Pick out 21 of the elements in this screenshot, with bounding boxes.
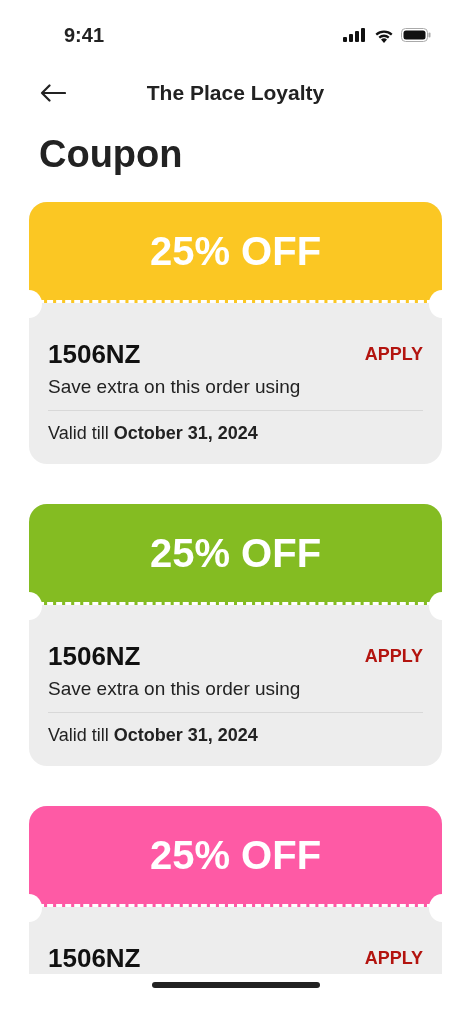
validity-text: Valid till October 31, 2024 bbox=[48, 725, 259, 746]
coupon-code: 1506NZ bbox=[48, 641, 141, 672]
back-button[interactable] bbox=[40, 84, 66, 102]
discount-label: 25% OFF bbox=[149, 228, 322, 274]
apply-button[interactable]: APPLY bbox=[364, 948, 423, 969]
apply-button[interactable]: APPLY bbox=[364, 344, 423, 365]
coupon-description: Save extra on this order using bbox=[48, 376, 423, 411]
status-time: 9:41 bbox=[64, 23, 105, 47]
discount-label: 25% OFF bbox=[149, 832, 322, 878]
validity-text: Valid till October 31, 2024 bbox=[48, 423, 259, 444]
page-title: Coupon bbox=[39, 132, 184, 177]
coupon-code: 1506NZ bbox=[48, 339, 141, 370]
coupon-description: Save extra on this order using bbox=[48, 678, 423, 713]
signal-icon bbox=[343, 28, 367, 42]
apply-button[interactable]: APPLY bbox=[364, 646, 423, 667]
battery-icon bbox=[401, 28, 431, 42]
back-arrow-icon bbox=[40, 84, 66, 102]
discount-label: 25% OFF bbox=[149, 530, 322, 576]
header-title: The Place Loyalty bbox=[146, 81, 325, 105]
wifi-icon bbox=[374, 27, 394, 43]
coupon-code: 1506NZ bbox=[48, 943, 141, 974]
